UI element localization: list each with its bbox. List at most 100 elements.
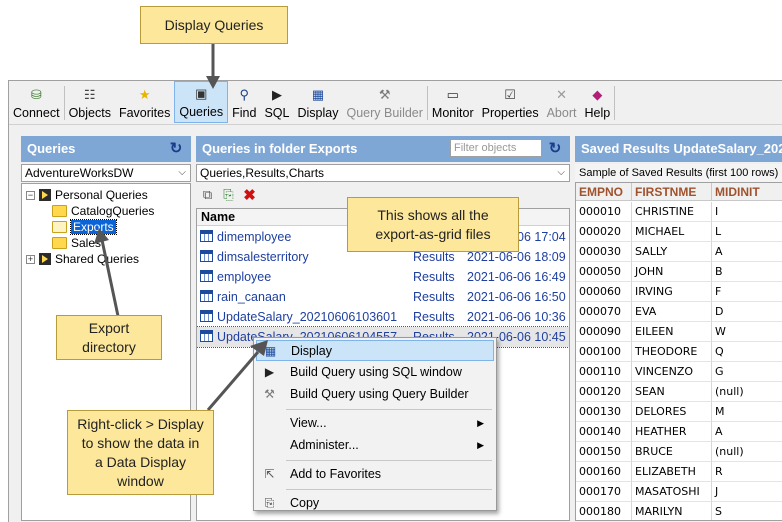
delete-icon[interactable]: ✖ <box>242 187 257 204</box>
grid-cell[interactable]: 000170 <box>576 482 632 502</box>
grid-cell[interactable]: F <box>712 282 782 302</box>
grid-column-header[interactable]: FIRSTNME <box>632 183 712 201</box>
grid-results-icon <box>200 290 213 302</box>
grid-cell[interactable]: THEODORE <box>632 342 712 362</box>
menu-item-build-query-using-sql-window[interactable]: ▶ Build Query using SQL window <box>256 362 494 383</box>
menu-item-copy[interactable]: ⎘ Copy <box>256 493 494 514</box>
copy-query-icon[interactable]: ⎘ <box>221 187 236 203</box>
results-grid[interactable]: EMPNO FIRSTNME MIDINIT 000010 CHRISTINE I 0000… <box>575 182 782 521</box>
grid-column-header[interactable]: MIDINIT <box>712 183 782 201</box>
grid-cell[interactable]: 000120 <box>576 382 632 402</box>
connection-select[interactable]: AdventureWorksDW ⌵ <box>21 164 191 182</box>
grid-cell[interactable]: SEAN <box>632 382 712 402</box>
grid-cell[interactable]: A <box>712 242 782 262</box>
menu-item-display[interactable]: ▦ Display <box>256 340 494 361</box>
folder-open-icon <box>52 221 67 233</box>
copy-icon: ⎘ <box>264 496 275 510</box>
tree-item-catalogqueries[interactable]: CatalogQueries <box>52 203 154 219</box>
grid-cell[interactable]: I <box>712 202 782 222</box>
grid-cell[interactable]: 000150 <box>576 442 632 462</box>
grid-cell[interactable]: VINCENZO <box>632 362 712 382</box>
grid-cell[interactable]: 000060 <box>576 282 632 302</box>
grid-cell[interactable]: 000110 <box>576 362 632 382</box>
expand-icon[interactable]: + <box>26 254 35 264</box>
list-item[interactable]: UpdateSalary_20210606103601 Results 2021-0… <box>197 307 569 327</box>
chevron-down-icon[interactable]: ⌵ <box>178 165 186 181</box>
new-query-icon[interactable]: ⧉ <box>200 187 215 203</box>
grid-cell[interactable]: (null) <box>712 442 782 462</box>
grid-cell[interactable]: 000100 <box>576 342 632 362</box>
grid-cell[interactable]: SALLY <box>632 242 712 262</box>
toolbar-sql-button[interactable]: ▶ SQL <box>260 81 293 123</box>
grid-cell[interactable]: W <box>712 322 782 342</box>
refresh-icon[interactable]: ↻ <box>167 140 185 158</box>
list-item-date: 2021-06-06 16:50 <box>467 290 566 304</box>
tree-item-personal-queries[interactable]: − Personal Queries <box>26 187 148 203</box>
grid-column-header[interactable]: EMPNO <box>576 183 632 201</box>
toolbar-button-label: Monitor <box>431 106 474 120</box>
grid-cell[interactable]: J <box>712 482 782 502</box>
grid-cell[interactable]: Q <box>712 342 782 362</box>
refresh-icon[interactable]: ↻ <box>546 140 564 158</box>
toolbar-abort-button[interactable]: ✕ Abort <box>543 81 581 123</box>
menu-item-view[interactable]: View... ▶ <box>256 413 494 434</box>
object-type-select[interactable]: Queries,Results,Charts ⌵ <box>196 164 570 182</box>
grid-cell[interactable]: B <box>712 262 782 282</box>
grid-cell[interactable]: MARILYN <box>632 502 712 520</box>
grid-cell[interactable]: S <box>712 502 782 520</box>
grid-cell[interactable]: IRVING <box>632 282 712 302</box>
grid-cell[interactable]: MICHAEL <box>632 222 712 242</box>
grid-cell[interactable]: JOHN <box>632 262 712 282</box>
grid-cell[interactable]: 000030 <box>576 242 632 262</box>
menu-item-add-to-favorites[interactable]: ⇱ Add to Favorites <box>256 464 494 485</box>
grid-cell[interactable]: M <box>712 402 782 422</box>
grid-cell[interactable]: ELIZABETH <box>632 462 712 482</box>
toolbar-objects-button[interactable]: ☷ Objects <box>65 81 115 123</box>
list-item[interactable]: employee Results 2021-06-06 16:49 <box>197 267 569 287</box>
grid-cell[interactable]: EVA <box>632 302 712 322</box>
grid-cell[interactable]: EILEEN <box>632 322 712 342</box>
object-type-select-value: Queries,Results,Charts <box>200 166 325 180</box>
list-item[interactable]: rain_canaan Results 2021-06-06 16:50 <box>197 287 569 307</box>
menu-separator <box>286 489 492 490</box>
menu-item-administer[interactable]: Administer... ▶ <box>256 435 494 456</box>
grid-cell[interactable]: L <box>712 222 782 242</box>
toolbar-find-button[interactable]: ⚲ Find <box>228 81 260 123</box>
grid-cell[interactable]: CHRISTINE <box>632 202 712 222</box>
grid-cell[interactable]: BRUCE <box>632 442 712 462</box>
grid-cell[interactable]: 000160 <box>576 462 632 482</box>
grid-cell[interactable]: 000010 <box>576 202 632 222</box>
toolbar-connect-button[interactable]: ⛁ Connect <box>9 81 64 123</box>
grid-cell[interactable]: D <box>712 302 782 322</box>
toolbar-help-button[interactable]: ◆ Help <box>580 81 614 123</box>
grid-cell[interactable]: DELORES <box>632 402 712 422</box>
grid-display-icon: ▦ <box>311 87 325 102</box>
toolbar-monitor-button[interactable]: ▭ Monitor <box>428 81 478 123</box>
grid-cell[interactable]: R <box>712 462 782 482</box>
grid-cell[interactable]: 000130 <box>576 402 632 422</box>
grid-cell[interactable]: A <box>712 422 782 442</box>
grid-cell[interactable]: 000180 <box>576 502 632 520</box>
toolbar-display-button[interactable]: ▦ Display <box>293 81 342 123</box>
grid-cell[interactable]: G <box>712 362 782 382</box>
grid-cell[interactable]: 000070 <box>576 302 632 322</box>
toolbar-favorites-button[interactable]: ★ Favorites <box>115 81 174 123</box>
toolbar-properties-button[interactable]: ☑ Properties <box>478 81 543 123</box>
menu-item-label: Display <box>291 344 332 358</box>
grid-cell[interactable]: 000090 <box>576 322 632 342</box>
grid-cell[interactable]: 000050 <box>576 262 632 282</box>
menu-item-build-query-using-query-builder[interactable]: ⚒ Build Query using Query Builder <box>256 384 494 405</box>
grid-cell[interactable]: MASATOSHI <box>632 482 712 502</box>
menu-separator <box>286 460 492 461</box>
toolbar-query-builder-button[interactable]: ⚒ Query Builder <box>342 81 426 123</box>
main-toolbar: ⛁ Connect ☷ Objects ★ Favorites ▣ Queries ⚲ Find ▶… <box>9 81 782 125</box>
database-connect-icon: ⛁ <box>30 87 42 102</box>
chevron-down-icon[interactable]: ⌵ <box>557 165 565 181</box>
grid-cell[interactable]: HEATHER <box>632 422 712 442</box>
grid-cell[interactable]: (null) <box>712 382 782 402</box>
filter-objects-input[interactable]: Filter objects <box>450 139 542 157</box>
collapse-icon[interactable]: − <box>26 190 35 200</box>
grid-cell[interactable]: 000020 <box>576 222 632 242</box>
grid-cell[interactable]: 000140 <box>576 422 632 442</box>
toolbar-button-label: SQL <box>264 106 290 120</box>
